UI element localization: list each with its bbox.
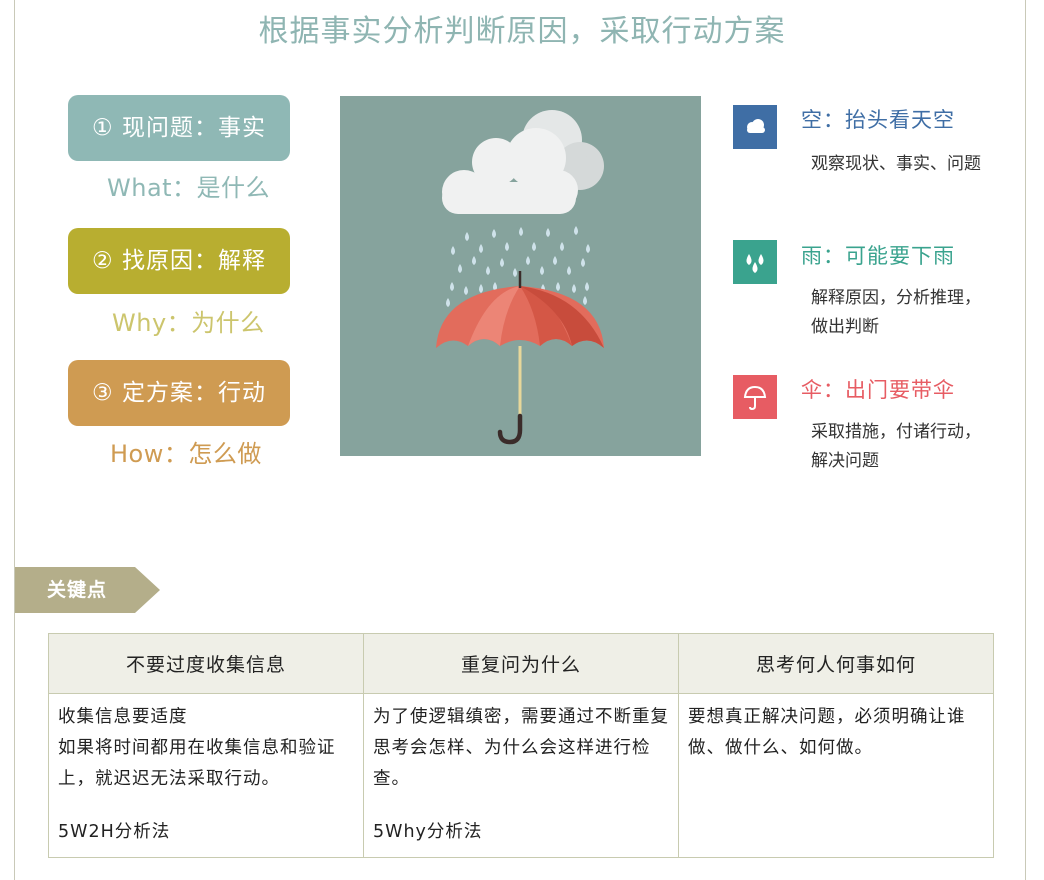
step-why-pill: ② 找原因：解释: [68, 228, 290, 294]
umbrella-handle: [497, 413, 523, 445]
table-cell: 为了使逻辑缜密，需要通过不断重复思考会怎样、为什么会这样进行检查。 5Why分析…: [363, 693, 679, 858]
step-how-subtitle: How：怎么做: [110, 440, 262, 468]
cell-method: 5W2H分析法: [58, 822, 171, 842]
table-row: 收集信息要适度 如果将时间都用在收集信息和验证上，就迟迟无法采取行动。 5W2H…: [48, 693, 994, 858]
legend-rain-description: 解释原因，分析推理，做出判断: [811, 288, 981, 337]
section-tag-label: 关键点: [47, 579, 108, 601]
table-header: 不要过度收集信息: [48, 633, 364, 694]
umbrella-canopy: [436, 286, 604, 348]
cell-method: 5Why分析法: [373, 822, 483, 842]
cloud-icon: [733, 105, 777, 149]
legend-cloud-description: 观察现状、事实、问题: [811, 154, 981, 174]
table-header: 思考何人何事如何: [678, 633, 994, 694]
section-tag-key-points: 关键点: [15, 567, 160, 613]
umbrella-icon: [733, 375, 777, 419]
legend-umbrella-description: 采取措施，付诸行动，解决问题: [811, 422, 981, 471]
cell-text: 要想真正解决问题，必须明确让谁做、做什么、如何做。: [688, 707, 966, 758]
cell-text: 为了使逻辑缜密，需要通过不断重复思考会怎样、为什么会这样进行检查。: [373, 707, 669, 789]
table-header: 重复问为什么: [363, 633, 679, 694]
legend-cloud-title: 空：抬头看天空: [801, 108, 955, 132]
table-cell: 收集信息要适度 如果将时间都用在收集信息和验证上，就迟迟无法采取行动。 5W2H…: [48, 693, 364, 858]
page-title: 根据事实分析判断原因，采取行动方案: [258, 14, 786, 49]
cloud-front-shape: [442, 128, 578, 214]
step-what-subtitle: What：是什么: [107, 174, 271, 202]
legend-rain-title: 雨：可能要下雨: [801, 244, 955, 268]
table-header-row: 不要过度收集信息 重复问为什么 思考何人何事如何: [48, 633, 994, 694]
rain-umbrella-illustration: [340, 96, 701, 456]
table-cell: 要想真正解决问题，必须明确让谁做、做什么、如何做。: [678, 693, 994, 858]
step-how-pill: ③ 定方案：行动: [68, 360, 290, 426]
cell-text: 收集信息要适度 如果将时间都用在收集信息和验证上，就迟迟无法采取行动。: [58, 707, 336, 789]
legend-umbrella-title: 伞：出门要带伞: [801, 378, 955, 402]
step-what-pill: ① 现问题：事实: [68, 95, 290, 161]
key-points-table: 不要过度收集信息 重复问为什么 思考何人何事如何 收集信息要适度 如果将时间都用…: [48, 633, 994, 858]
raindrops-icon: [733, 240, 777, 284]
step-why-subtitle: Why：为什么: [112, 309, 265, 337]
